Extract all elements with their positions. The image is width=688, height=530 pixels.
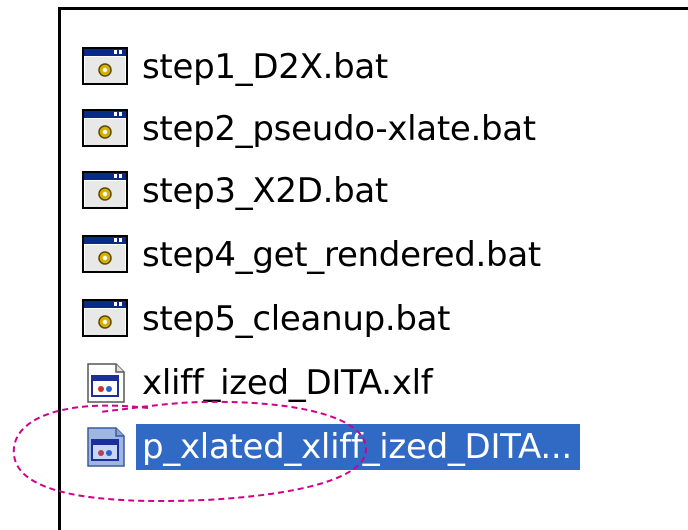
batch-file-icon — [80, 298, 132, 340]
file-name: step4_get_rendered.bat — [142, 235, 541, 275]
file-item-step3[interactable]: step3_X2D.bat — [80, 166, 680, 216]
file-item-xlf[interactable]: xliff_ized_DITA.xlf — [80, 358, 680, 408]
file-name: step3_X2D.bat — [142, 171, 388, 211]
file-name: p_xlated_xliff_ized_DITA... — [136, 424, 580, 470]
file-item-selected[interactable]: p_xlated_xliff_ized_DITA... — [80, 422, 680, 472]
xlf-document-icon — [80, 362, 132, 404]
file-item-step2[interactable]: step2_pseudo-xlate.bat — [80, 104, 680, 154]
xlf-document-icon — [80, 426, 132, 468]
batch-file-icon — [80, 108, 132, 150]
file-name: xliff_ized_DITA.xlf — [142, 363, 433, 403]
file-item-step5[interactable]: step5_cleanup.bat — [80, 294, 680, 344]
file-name: step1_D2X.bat — [142, 47, 388, 87]
batch-file-icon — [80, 46, 132, 88]
batch-file-icon — [80, 234, 132, 276]
batch-file-icon — [80, 170, 132, 212]
file-name: step2_pseudo-xlate.bat — [142, 109, 536, 149]
file-item-step4[interactable]: step4_get_rendered.bat — [80, 230, 680, 280]
file-name: step5_cleanup.bat — [142, 299, 451, 339]
file-item-step1[interactable]: step1_D2X.bat — [80, 42, 680, 92]
